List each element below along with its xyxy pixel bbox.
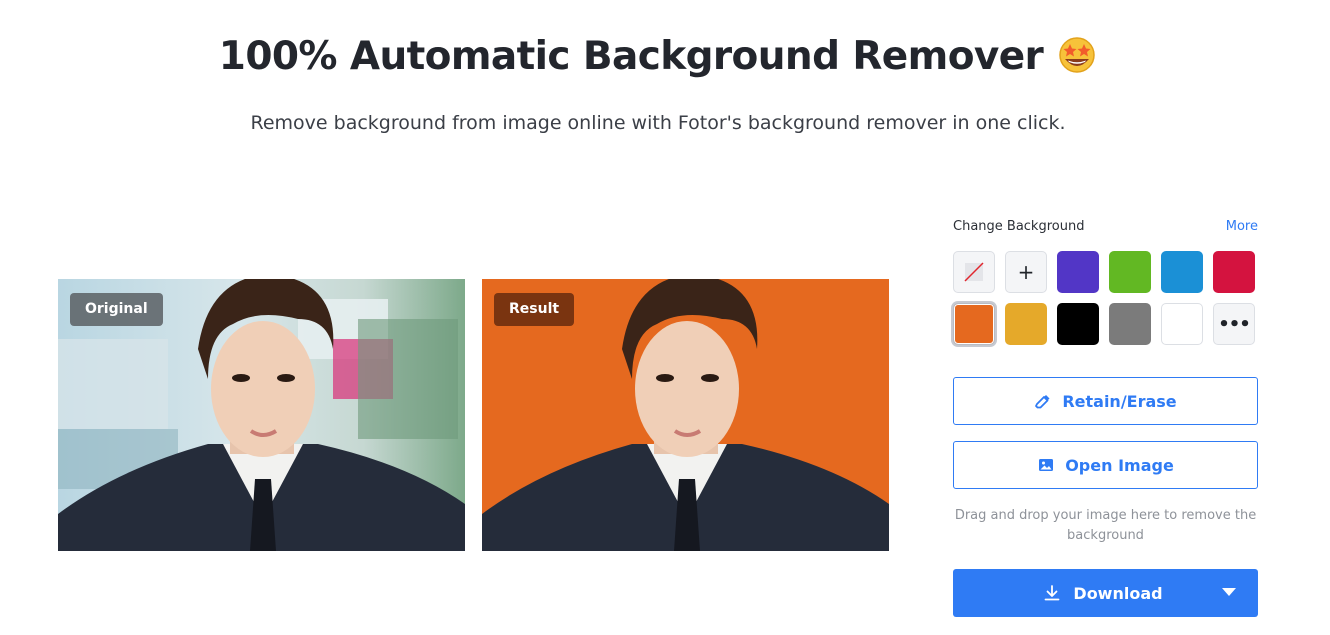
swatch-yellow[interactable] [1005, 303, 1047, 345]
more-link[interactable]: More [1226, 219, 1258, 234]
result-badge: Result [494, 293, 575, 326]
ellipsis-icon: ••• [1218, 313, 1251, 335]
background-options-sidebar: Change Background More + ••• Retain/Eras… [953, 216, 1258, 617]
download-main[interactable]: Download [953, 569, 1213, 617]
swatch-more-colors[interactable]: ••• [1213, 303, 1255, 345]
image-icon [1039, 459, 1054, 471]
swatch-white[interactable] [1161, 303, 1203, 345]
change-background-header: Change Background More [953, 216, 1258, 238]
eraser-icon [1035, 395, 1050, 409]
background-remover-page: 100% Automatic Background Remover Remove… [0, 0, 1330, 635]
download-label: Download [1073, 583, 1163, 603]
no-color-icon [964, 262, 984, 282]
swatch-purple[interactable] [1057, 251, 1099, 293]
open-image-button[interactable]: Open Image [953, 441, 1258, 489]
swatch-add-color[interactable]: + [1005, 251, 1047, 293]
download-icon [1045, 585, 1060, 601]
original-badge: Original [70, 293, 163, 326]
swatch-green[interactable] [1109, 251, 1151, 293]
swatch-gray[interactable] [1109, 303, 1151, 345]
retain-erase-button[interactable]: Retain/Erase [953, 377, 1258, 425]
original-image-panel: Original [58, 279, 465, 551]
retain-erase-label: Retain/Erase [1062, 391, 1177, 411]
swatch-orange-selected[interactable] [953, 303, 995, 345]
change-background-label: Change Background [953, 219, 1085, 234]
result-image-panel: Result [482, 279, 889, 551]
chevron-down-icon[interactable] [1222, 588, 1236, 596]
swatch-transparent[interactable] [953, 251, 995, 293]
page-title-text: 100% Automatic Background Remover [218, 34, 1044, 79]
page-title: 100% Automatic Background Remover [0, 34, 1316, 79]
page-subtitle: Remove background from image online with… [250, 112, 1066, 134]
star-struck-emoji-icon [1057, 35, 1097, 75]
swatch-black[interactable] [1057, 303, 1099, 345]
swatch-blue[interactable] [1161, 251, 1203, 293]
drag-drop-hint: Drag and drop your image here to remove … [954, 508, 1257, 543]
swatch-red[interactable] [1213, 251, 1255, 293]
download-button[interactable]: Download [953, 569, 1258, 617]
open-image-label: Open Image [1065, 455, 1174, 475]
color-swatch-grid: + ••• [953, 251, 1255, 345]
plus-icon: + [1017, 260, 1035, 284]
